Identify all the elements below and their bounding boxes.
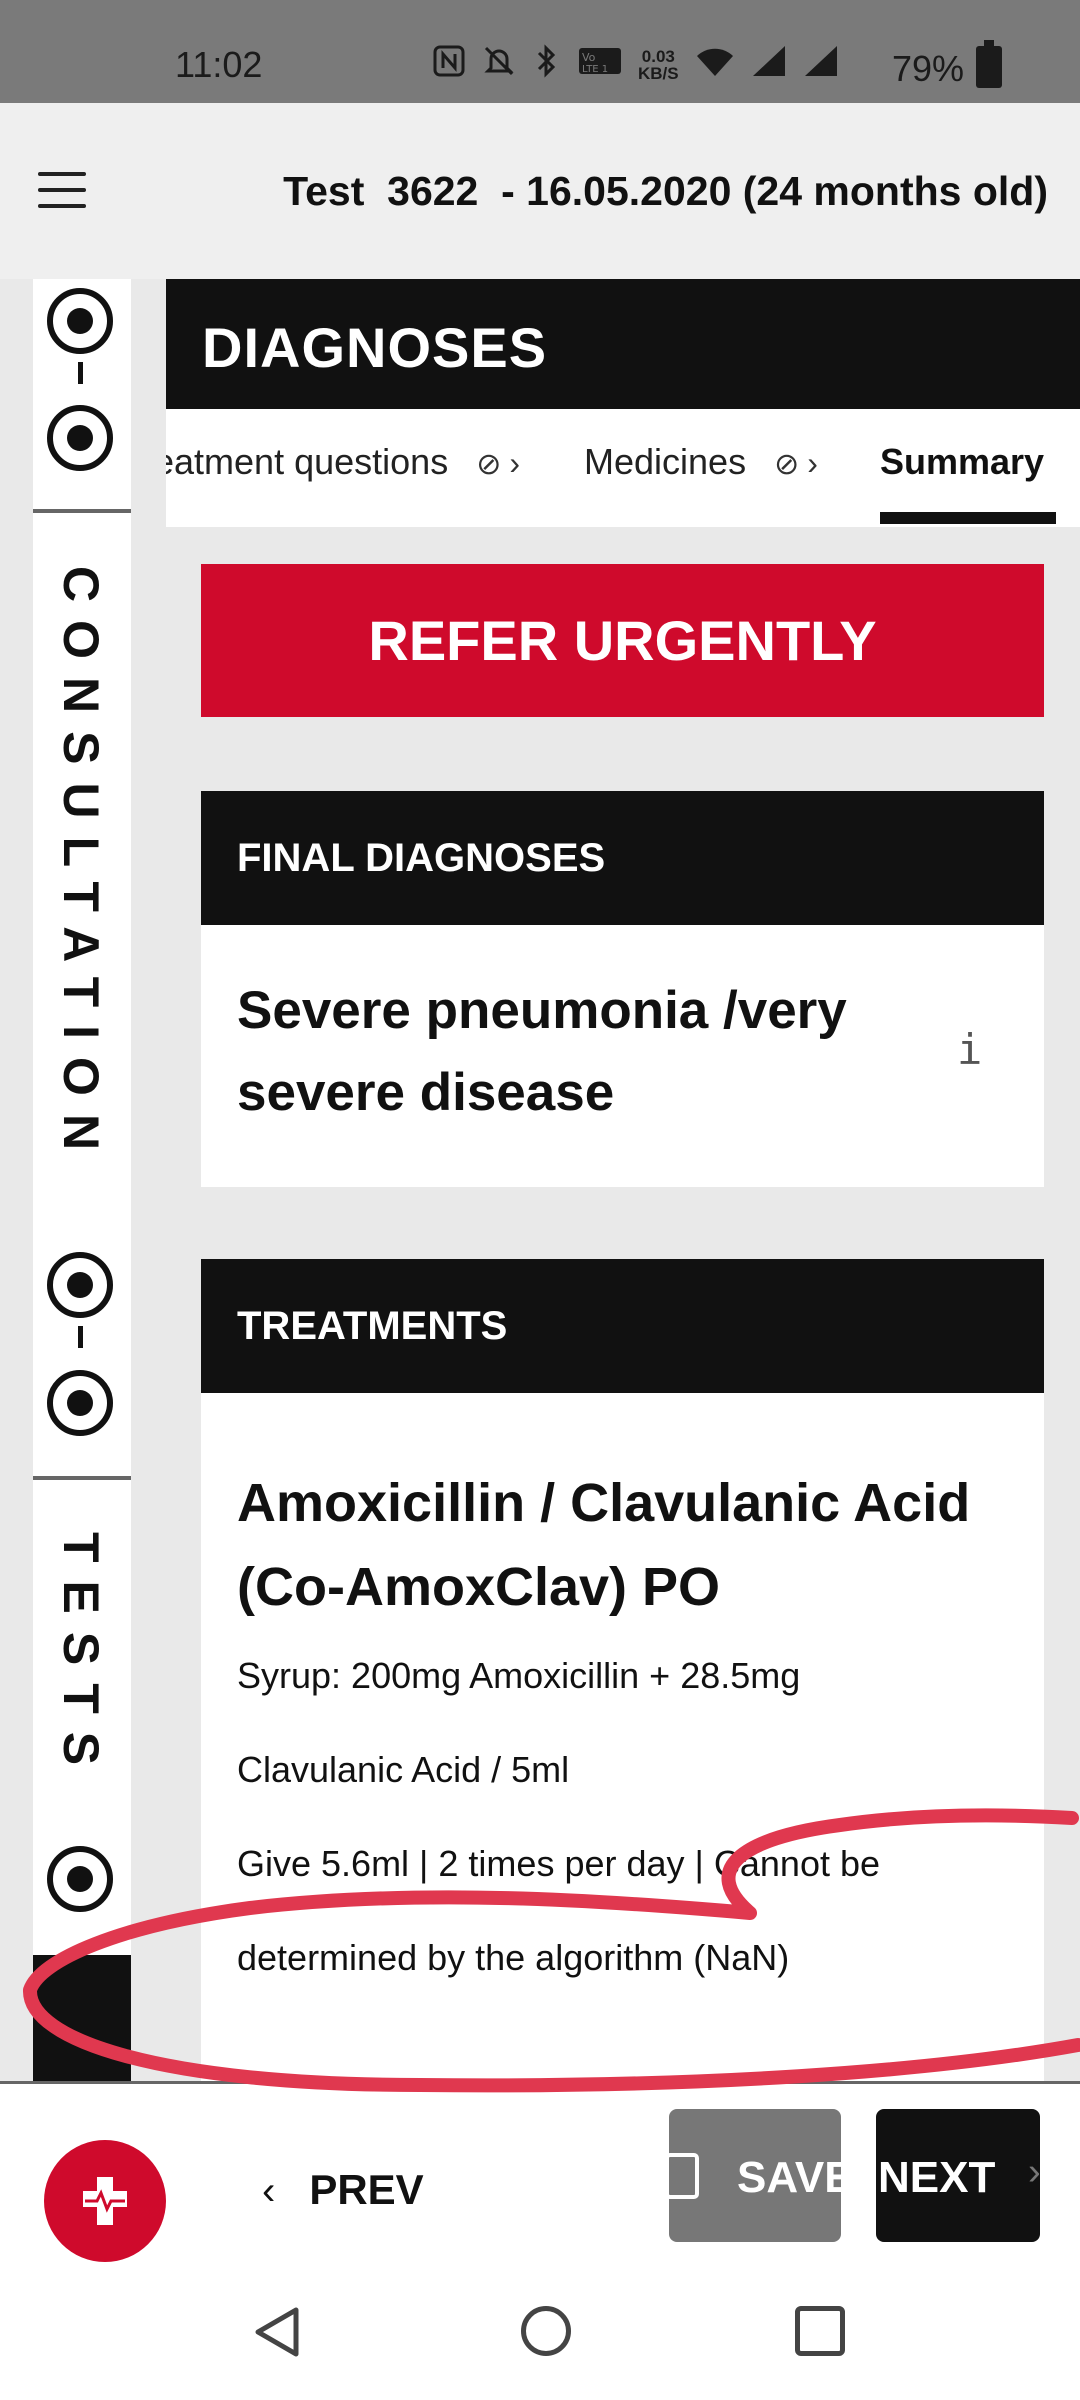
chevron-right-icon: ›: [807, 445, 818, 481]
sidebar-item-consultation[interactable]: CONSULTATION: [52, 566, 110, 1168]
step-tabs: eatment questions ⊘ › Medicines ⊘ › Summary: [166, 409, 1080, 527]
volte-icon: Vo LTE 1: [578, 44, 622, 85]
treatment-detail: determined by the algorithm (NaN): [237, 1937, 790, 1978]
home-icon[interactable]: [521, 2306, 571, 2356]
sidebar-strip: [33, 279, 131, 2079]
step-indicator-icon: [47, 288, 113, 354]
menu-icon[interactable]: [38, 172, 86, 212]
chevron-right-icon: ›: [509, 445, 520, 481]
step-indicator-icon: [47, 1370, 113, 1436]
save-icon: [669, 2153, 699, 2199]
recents-icon[interactable]: [795, 2306, 845, 2356]
section-title: DIAGNOSES: [202, 316, 548, 379]
diagnosis-text: Severe pneumonia /very severe disease: [237, 981, 847, 1122]
tab-treatment-questions[interactable]: eatment questions ⊘ ›: [166, 441, 520, 483]
tab-label: Medicines: [584, 441, 747, 482]
save-label: SAVE: [737, 2153, 841, 2202]
back-icon[interactable]: [252, 2306, 302, 2358]
prev-button[interactable]: ‹ PREV: [262, 2150, 424, 2230]
step-connector: [78, 362, 83, 384]
chevron-left-icon: ‹: [262, 2169, 276, 2213]
refer-urgently-button[interactable]: REFER URGENTLY: [201, 564, 1044, 717]
sidebar-divider: [33, 509, 131, 513]
sidebar-item-next-section[interactable]: [33, 1955, 131, 2085]
prev-label: PREV: [309, 2166, 424, 2213]
active-tab-indicator: [880, 512, 1056, 524]
card-heading: FINAL DIAGNOSES: [237, 836, 606, 880]
treatment-detail: Give 5.6ml | 2 times per day | Cannot be: [237, 1843, 881, 1884]
medical-pulse-icon: [83, 2177, 127, 2225]
svg-text:LTE 1: LTE 1: [582, 64, 608, 75]
drug-name: Amoxicillin / Clavulanic Acid (Co-AmoxCl…: [237, 1473, 971, 1617]
step-indicator-icon: [47, 1252, 113, 1318]
check-circle-icon: ⊘: [774, 448, 800, 481]
treatment-detail: Syrup: 200mg Amoxicillin + 28.5mg: [237, 1655, 801, 1696]
tab-summary[interactable]: Summary: [880, 441, 1044, 483]
section-header: DIAGNOSES: [166, 279, 1080, 409]
status-bar: 11:02 Vo LTE 1 0.03 KB/S 79%: [0, 0, 1080, 103]
final-diagnoses-header: FINAL DIAGNOSES: [201, 791, 1044, 925]
treatment-detail: Clavulanic Acid / 5ml: [237, 1749, 570, 1790]
tab-medicines[interactable]: Medicines ⊘ ›: [584, 441, 818, 483]
status-time: 11:02: [175, 44, 263, 85]
treatment-card: Amoxicillin / Clavulanic Acid (Co-AmoxCl…: [201, 1393, 1044, 2083]
bluetooth-icon: [532, 44, 562, 85]
tab-label: eatment questions: [166, 441, 449, 482]
chevron-right-icon: ›: [1028, 2151, 1041, 2193]
next-button[interactable]: NEXT ›: [876, 2109, 1041, 2242]
tab-label: Summary: [880, 441, 1045, 482]
save-button[interactable]: SAVE: [669, 2109, 841, 2242]
patient-title: Test 3622 - 16.05.2020 (24 months old): [283, 168, 1048, 214]
svg-text:Vo: Vo: [582, 51, 596, 64]
battery-icon: [976, 40, 1002, 88]
step-connector: [78, 1326, 83, 1348]
battery-percent: 79%: [892, 48, 965, 89]
nfc-icon: [432, 44, 466, 85]
treatments-header: TREATMENTS: [201, 1259, 1044, 1393]
step-indicator-icon: [47, 405, 113, 471]
check-circle-icon: ⊘: [476, 448, 502, 481]
wifi-icon: [695, 44, 735, 85]
signal-icon: [751, 44, 787, 85]
status-icons: Vo LTE 1 0.03 KB/S: [432, 44, 839, 85]
signal-icon: [803, 44, 839, 85]
final-diagnoses-card: Severe pneumonia /very severe disease i: [201, 925, 1044, 1187]
mute-icon: [482, 44, 516, 85]
emergency-button[interactable]: [44, 2140, 166, 2262]
sidebar-item-tests[interactable]: TESTS: [52, 1532, 110, 1783]
step-indicator-icon: [47, 1846, 113, 1912]
net-speed: 0.03 KB/S: [638, 46, 679, 83]
info-icon[interactable]: i: [957, 1025, 982, 1074]
next-label: NEXT: [878, 2153, 996, 2202]
card-heading: TREATMENTS: [237, 1304, 508, 1348]
sidebar-divider: [33, 1476, 131, 1480]
